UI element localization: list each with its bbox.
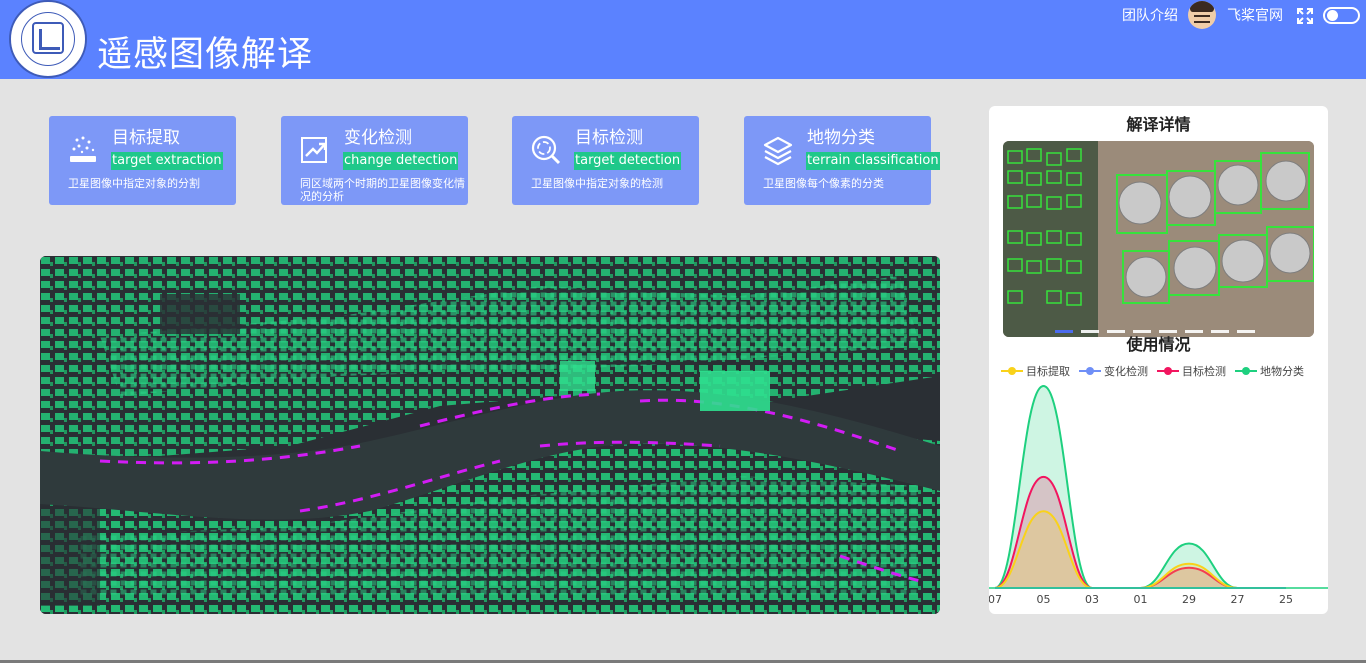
- side-panel: 解译详情 使用情况 目标提取 变化检测 目标检测 地物分类 07 05 03 0…: [989, 106, 1328, 614]
- fullscreen-icon[interactable]: [1297, 8, 1313, 24]
- carousel-dot[interactable]: [1133, 330, 1151, 333]
- university-logo[interactable]: [9, 0, 87, 78]
- carousel-dots: [1055, 330, 1255, 333]
- x-tick-label: 29: [1182, 593, 1196, 606]
- theme-toggle[interactable]: [1323, 7, 1360, 24]
- map-image: [40, 256, 940, 614]
- x-tick-label: 25: [1279, 593, 1293, 606]
- carousel-image: [1003, 141, 1314, 337]
- card-target-detection[interactable]: 目标检测 target detection 卫星图像中指定对象的检测: [512, 116, 699, 205]
- card-title: 目标提取: [112, 128, 180, 148]
- card-terrain-classification[interactable]: 地物分类 terrain classification 卫星图像每个像素的分类: [744, 116, 940, 205]
- usage-title: 使用情况: [1126, 335, 1191, 354]
- app-title: 遥感图像解译: [97, 35, 314, 75]
- carousel-dot[interactable]: [1081, 330, 1099, 333]
- logo-mark: [32, 22, 64, 54]
- card-title: 地物分类: [807, 128, 875, 148]
- carousel-dot[interactable]: [1107, 330, 1125, 333]
- carousel-dot[interactable]: [1185, 330, 1203, 333]
- search-scan-icon: [531, 135, 561, 165]
- card-tag: target extraction: [111, 152, 223, 170]
- card-target-extraction[interactable]: 目标提取 target extraction 卫星图像中指定对象的分割: [49, 116, 236, 205]
- detail-carousel[interactable]: [1003, 141, 1314, 337]
- usage-chart[interactable]: 07 05 03 01 29 27 25: [989, 376, 1328, 614]
- layers-icon: [763, 136, 793, 166]
- sparkle-layer-icon: [70, 136, 96, 162]
- top-header: 遥感图像解译 团队介绍 飞桨官网: [0, 0, 1366, 79]
- toggle-knob: [1327, 10, 1338, 21]
- x-tick-label: 05: [1037, 593, 1051, 606]
- card-tag: target detection: [574, 152, 682, 170]
- x-tick-label: 07: [989, 593, 1002, 606]
- card-desc: 卫星图像每个像素的分类: [763, 177, 884, 190]
- card-tag: change detection: [343, 152, 459, 170]
- x-tick-label: 27: [1231, 593, 1245, 606]
- user-avatar[interactable]: [1188, 1, 1216, 29]
- x-tick-label: 03: [1085, 593, 1099, 606]
- trend-chart-icon: [301, 137, 327, 163]
- card-desc: 同区域两个时期的卫星图像变化情况的分析: [300, 177, 465, 203]
- satellite-map[interactable]: [40, 256, 940, 614]
- paddle-site-link[interactable]: 飞桨官网: [1227, 7, 1283, 25]
- detail-title: 解译详情: [1126, 115, 1191, 134]
- card-desc: 卫星图像中指定对象的检测: [531, 177, 663, 190]
- card-desc: 卫星图像中指定对象的分割: [68, 177, 200, 190]
- x-tick-label: 01: [1134, 593, 1148, 606]
- carousel-dot[interactable]: [1055, 330, 1073, 333]
- carousel-dot[interactable]: [1211, 330, 1229, 333]
- carousel-dot[interactable]: [1237, 330, 1255, 333]
- card-change-detection[interactable]: 变化检测 change detection 同区域两个时期的卫星图像变化情况的分…: [281, 116, 468, 205]
- card-tag: terrain classification: [806, 152, 940, 170]
- card-title: 目标检测: [575, 128, 643, 148]
- team-intro-link[interactable]: 团队介绍: [1122, 7, 1178, 25]
- carousel-dot[interactable]: [1159, 330, 1177, 333]
- card-title: 变化检测: [344, 128, 412, 148]
- series-area: [995, 511, 1286, 588]
